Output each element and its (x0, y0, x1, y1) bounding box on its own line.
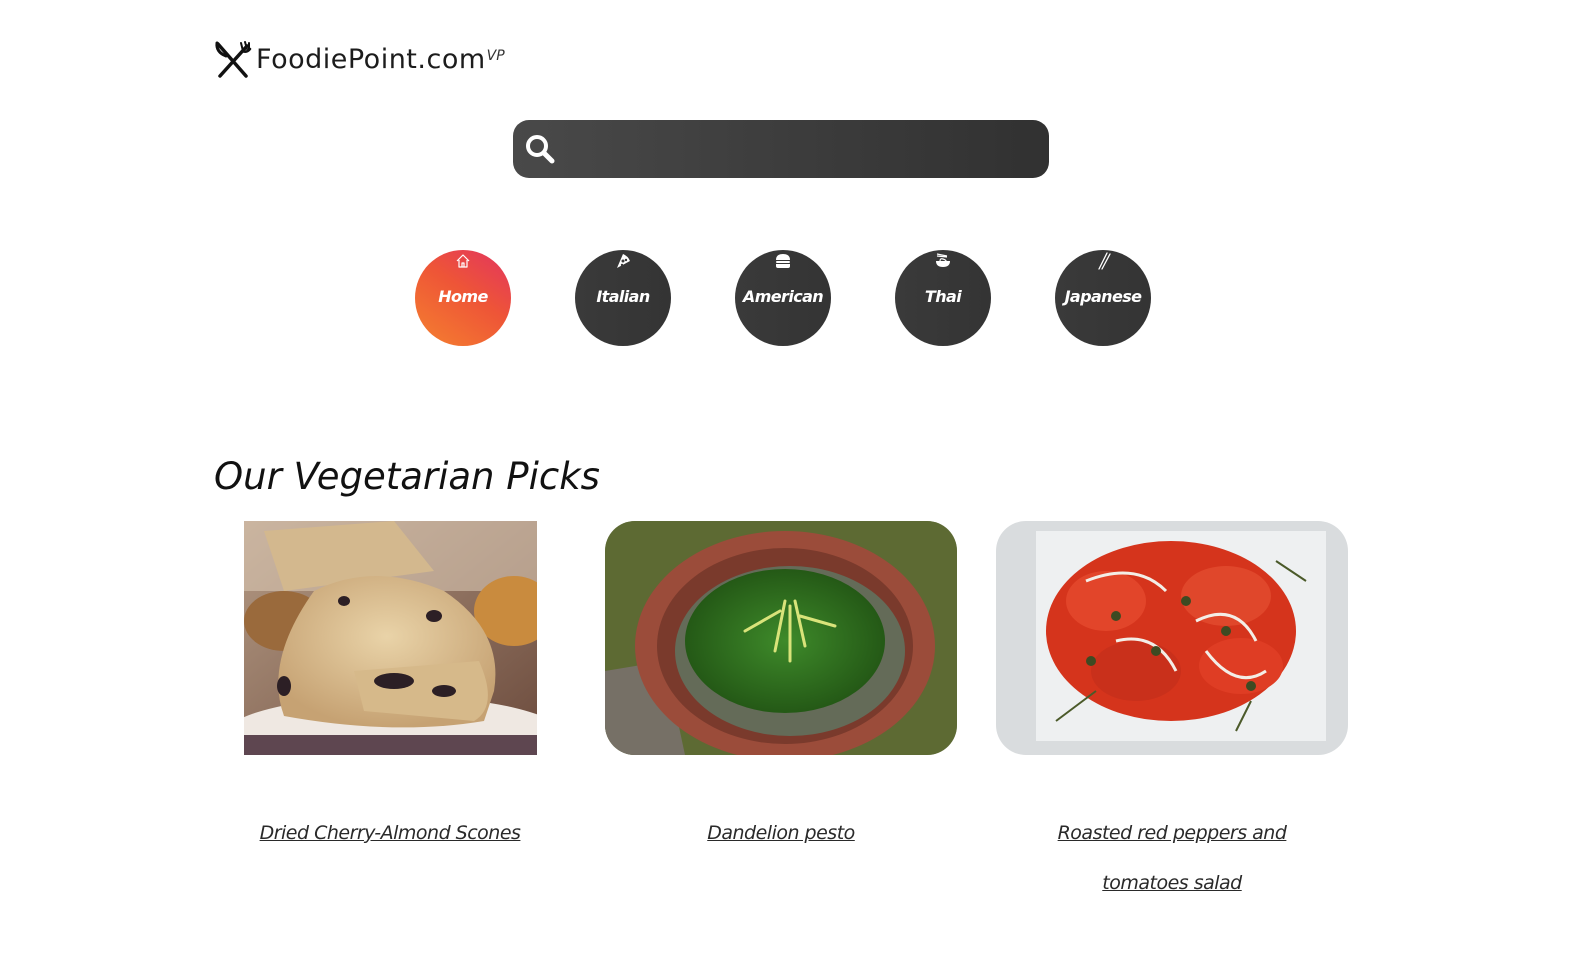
search-bar (513, 120, 1049, 178)
category-thai[interactable]: Thai (895, 250, 991, 346)
search-input[interactable] (565, 128, 1035, 170)
recipe-link[interactable]: Dried Cherry-Almond Scones (230, 808, 550, 858)
category-italian[interactable]: Italian (575, 250, 671, 346)
scones-photo (244, 521, 537, 755)
burger-icon (776, 254, 790, 268)
brand-suffix: VP (486, 48, 505, 64)
fork-knife-icon (215, 41, 252, 78)
category-nav: Home Italian American Thai Japanese (415, 250, 1151, 346)
category-label: American (742, 286, 824, 306)
pesto-photo (605, 521, 957, 755)
noodle-bowl-icon (936, 253, 950, 267)
search-icon[interactable] (523, 132, 557, 166)
category-label: Home (438, 286, 488, 306)
house-icon (456, 254, 470, 268)
category-japanese[interactable]: Japanese (1055, 250, 1151, 346)
page: FoodiePoint.com VP Home Italian American… (0, 0, 1575, 977)
category-home[interactable]: Home (415, 250, 511, 346)
chopsticks-icon (1098, 252, 1111, 270)
recipe-image-peppers[interactable] (996, 521, 1348, 755)
recipe-image-scones[interactable] (244, 521, 537, 755)
pizza-icon (617, 254, 630, 268)
recipe-link[interactable]: Roasted red peppers and tomatoes salad (1022, 808, 1322, 908)
peppers-photo (996, 521, 1348, 755)
category-label: Thai (924, 286, 962, 306)
section-title: Our Vegetarian Picks (214, 455, 600, 498)
category-american[interactable]: American (735, 250, 831, 346)
category-label: Italian (596, 286, 650, 306)
site-logo[interactable]: FoodiePoint.com VP (214, 38, 505, 80)
brand-name: FoodiePoint.com (256, 44, 486, 75)
recipe-image-pesto[interactable] (605, 521, 957, 755)
category-label: Japanese (1064, 286, 1142, 306)
recipe-link[interactable]: Dandelion pesto (621, 808, 941, 858)
